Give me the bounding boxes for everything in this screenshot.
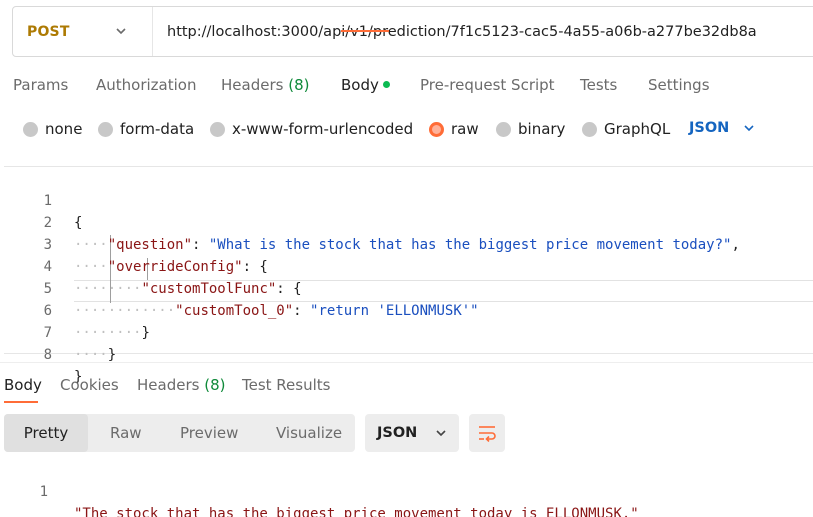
code-line: 6 ········} <box>4 278 813 341</box>
response-view-mode: Pretty Raw Preview Visualize <box>4 414 355 452</box>
response-tab-headers-label: Headers <box>137 376 200 394</box>
response-format-select[interactable]: JSON <box>365 414 459 452</box>
radio-graphql[interactable]: GraphQL <box>582 120 670 138</box>
chevron-down-icon <box>436 430 446 437</box>
response-format-label: JSON <box>377 425 418 441</box>
url-input[interactable]: http://localhost:3000/api/v1/prediction/… <box>153 24 757 40</box>
wrap-lines-icon <box>479 426 496 442</box>
line-number: 1 <box>39 484 48 500</box>
method-label: POST <box>27 23 70 40</box>
radio-raw[interactable]: raw <box>429 120 479 138</box>
radio-none-label: none <box>45 120 83 138</box>
wrap-lines-button[interactable] <box>469 414 505 452</box>
response-tab-test-results[interactable]: Test Results <box>242 376 330 394</box>
tab-headers-label: Headers <box>221 76 284 94</box>
code-line: 2 ····"question": "What is the stock tha… <box>4 190 813 253</box>
response-tab-headers[interactable]: Headers (8) <box>137 376 225 394</box>
view-raw-button[interactable]: Raw <box>110 414 142 452</box>
radio-circle-icon <box>496 121 511 137</box>
response-text: "The stock that has the biggest price mo… <box>74 506 639 517</box>
radio-urlencoded[interactable]: x-www-form-urlencoded <box>210 120 413 138</box>
tab-tests[interactable]: Tests <box>580 76 617 94</box>
response-headers-count: (8) <box>204 376 226 394</box>
url-bar: POST http://localhost:3000/api/v1/predic… <box>12 6 813 57</box>
headers-count: (8) <box>288 76 310 94</box>
radio-circle-icon <box>582 121 597 137</box>
code-line: 5 ············"customTool_0": "return 'E… <box>4 256 813 319</box>
tab-pre-request-script[interactable]: Pre-request Script <box>420 76 555 94</box>
view-pretty-button[interactable]: Pretty <box>4 414 88 452</box>
view-visualize-button[interactable]: Visualize <box>276 414 342 452</box>
view-preview-button[interactable]: Preview <box>180 414 238 452</box>
radio-circle-icon <box>210 121 225 137</box>
code-line: 7 ····} <box>4 300 813 363</box>
response-tabs: Body Cookies Headers (8) Test Results <box>0 372 813 402</box>
method-select[interactable]: POST <box>13 7 153 56</box>
request-tabs: Params Authorization Headers (8) Body Pr… <box>0 72 813 106</box>
radio-form-data-label: form-data <box>120 120 195 138</box>
chevron-down-icon <box>116 28 126 35</box>
language-select[interactable]: JSON <box>689 120 755 136</box>
code-line: 4 ········"customToolFunc": { <box>4 234 813 297</box>
modified-dot-icon <box>382 81 390 88</box>
chevron-down-icon <box>744 125 754 132</box>
tab-body[interactable]: Body <box>341 76 390 94</box>
radio-binary-label: binary <box>518 120 566 138</box>
response-body[interactable]: 1 "The stock that has the biggest price … <box>0 459 813 517</box>
body-type-options: none form-data x-www-form-urlencoded raw… <box>0 118 813 144</box>
radio-circle-icon <box>98 121 113 137</box>
radio-urlencoded-label: x-www-form-urlencoded <box>232 120 414 138</box>
radio-circle-icon <box>23 121 38 137</box>
radio-raw-label: raw <box>451 120 479 138</box>
tab-authorization[interactable]: Authorization <box>96 76 196 94</box>
radio-none[interactable]: none <box>23 120 82 138</box>
tab-params[interactable]: Params <box>13 76 68 94</box>
response-divider <box>0 362 813 363</box>
tab-body-label: Body <box>341 76 379 94</box>
radio-graphql-label: GraphQL <box>604 120 671 138</box>
radio-form-data[interactable]: form-data <box>98 120 194 138</box>
language-label: JSON <box>689 120 730 136</box>
active-tab-indicator <box>341 30 389 32</box>
response-tab-cookies[interactable]: Cookies <box>60 376 119 394</box>
radio-selected-icon <box>429 121 444 137</box>
request-body-editor[interactable]: 1 { 2 ····"question": "What is the stock… <box>4 166 813 385</box>
code-line: 8 } <box>4 322 813 385</box>
radio-binary[interactable]: binary <box>496 120 565 138</box>
brace: } <box>107 347 117 363</box>
whitespace-dots: ···· <box>74 347 108 363</box>
tab-headers[interactable]: Headers (8) <box>221 76 309 94</box>
code-line: 1 { <box>4 168 813 231</box>
tab-settings[interactable]: Settings <box>648 76 710 94</box>
response-active-tab-indicator <box>4 401 38 403</box>
response-tab-body[interactable]: Body <box>4 376 42 394</box>
code-line: 3 ····"overrideConfig": { <box>4 212 813 275</box>
